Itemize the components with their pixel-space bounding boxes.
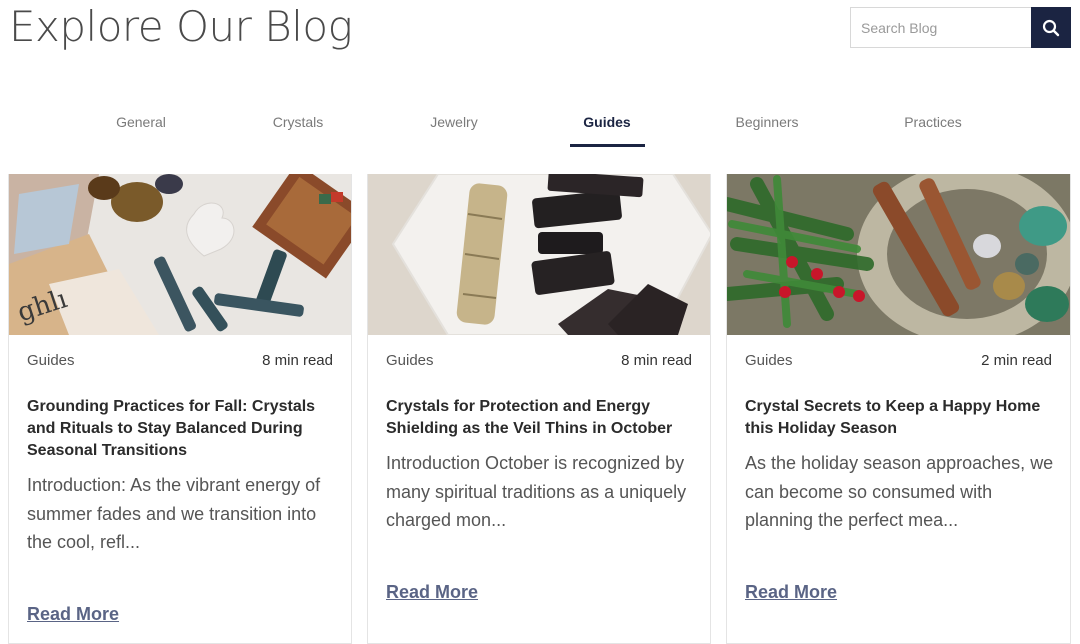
tab-practices[interactable]: Practices — [904, 100, 962, 145]
search-bar — [850, 7, 1071, 48]
blog-card: Guides 2 min read Crystal Secrets to Kee… — [726, 174, 1071, 644]
category-label: Guides — [27, 352, 75, 369]
category-label: Guides — [386, 352, 434, 369]
category-label: Guides — [745, 352, 793, 369]
category-tabs: General Crystals Jewelry Guides Beginner… — [0, 100, 1080, 148]
read-time: 8 min read — [621, 352, 692, 369]
card-excerpt: As the holiday season approaches, we can… — [745, 453, 1054, 530]
search-button[interactable] — [1031, 7, 1071, 48]
card-meta: Guides 8 min read — [386, 352, 692, 369]
active-tab-indicator — [570, 144, 645, 147]
card-excerpt: Introduction: As the vibrant energy of s… — [27, 475, 321, 552]
tab-guides[interactable]: Guides — [583, 100, 630, 145]
card-title[interactable]: Crystal Secrets to Keep a Happy Home thi… — [745, 396, 1052, 440]
card-excerpt: Introduction October is recognized by ma… — [386, 453, 687, 530]
card-meta: Guides 8 min read — [27, 352, 333, 369]
read-time: 2 min read — [981, 352, 1052, 369]
read-more-link[interactable]: Read More — [745, 582, 837, 603]
card-image[interactable] — [727, 174, 1070, 335]
card-image[interactable]: ghlı — [9, 174, 351, 335]
card-meta: Guides 2 min read — [745, 352, 1052, 369]
tab-general[interactable]: General — [116, 100, 166, 145]
tab-crystals[interactable]: Crystals — [273, 100, 324, 145]
search-icon — [1042, 19, 1060, 36]
card-image[interactable] — [368, 174, 710, 335]
read-more-link[interactable]: Read More — [27, 604, 119, 625]
tab-jewelry[interactable]: Jewelry — [430, 100, 477, 145]
card-title[interactable]: Crystals for Protection and Energy Shiel… — [386, 396, 692, 440]
read-time: 8 min read — [262, 352, 333, 369]
card-title[interactable]: Grounding Practices for Fall: Crystals a… — [27, 396, 333, 462]
read-more-link[interactable]: Read More — [386, 582, 478, 603]
tab-beginners[interactable]: Beginners — [735, 100, 798, 145]
page-title: Explore Our Blog — [9, 2, 353, 51]
search-input[interactable] — [850, 7, 1031, 48]
blog-card: Guides 8 min read Crystals for Protectio… — [367, 174, 711, 644]
blog-card: ghlı Guides 8 min read Grounding Practic… — [8, 174, 352, 644]
